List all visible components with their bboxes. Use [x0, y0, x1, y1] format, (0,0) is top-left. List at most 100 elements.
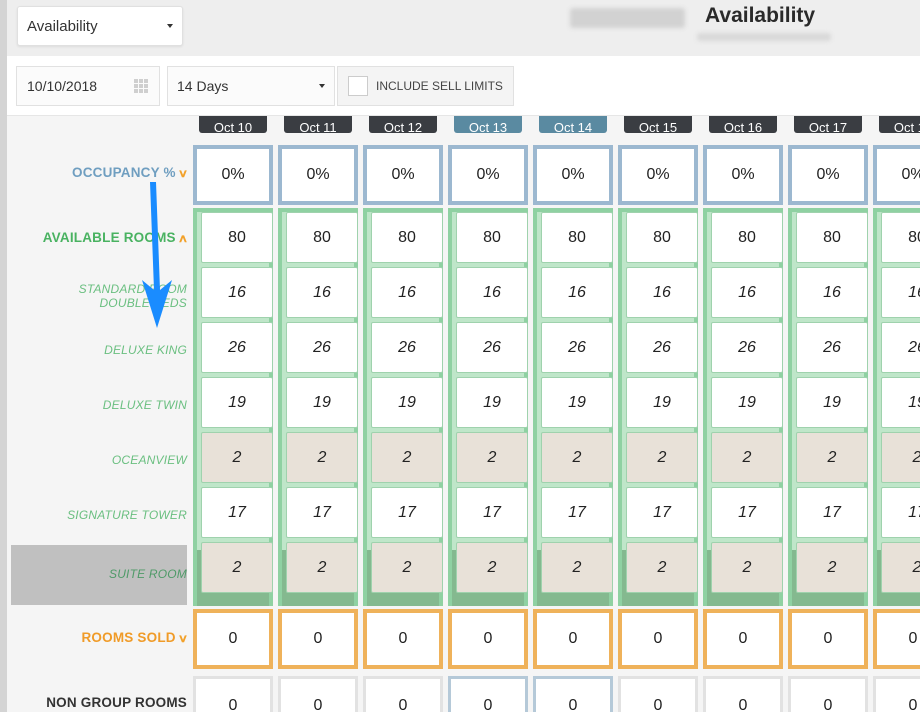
room-type-cell[interactable]: 2	[881, 432, 920, 483]
room-type-cell[interactable]: 16	[796, 267, 868, 318]
room-type-cell[interactable]: 2	[796, 542, 868, 593]
rooms-sold-cell: 0	[363, 609, 443, 669]
window-edge	[0, 0, 7, 712]
room-type-cell[interactable]: 17	[541, 487, 613, 538]
room-type-cell[interactable]: 26	[456, 322, 528, 373]
date-header[interactable]: Oct 11	[284, 116, 352, 133]
room-type-cell[interactable]: 16	[626, 267, 698, 318]
rooms-sold-cell: 0	[788, 609, 868, 669]
room-type-cell[interactable]: 2	[456, 432, 528, 483]
available-rooms-group: 801626192172	[278, 208, 358, 606]
row-label-room-type-text: DELUXE KING	[104, 343, 187, 357]
room-type-cell[interactable]: 17	[371, 487, 443, 538]
room-type-cell[interactable]: 2	[711, 542, 783, 593]
room-type-cell[interactable]: 17	[796, 487, 868, 538]
room-type-cell[interactable]: 26	[626, 322, 698, 373]
room-type-cell[interactable]: 2	[796, 432, 868, 483]
occupancy-cell: 0%	[363, 145, 443, 205]
available-rooms-cell[interactable]: 80	[456, 212, 528, 263]
room-type-cell[interactable]: 17	[286, 487, 358, 538]
chevron-toggle-icon[interactable]: ∨	[177, 632, 188, 646]
room-type-cell[interactable]: 2	[541, 542, 613, 593]
date-range-select[interactable]: 14 Days	[167, 66, 335, 106]
room-type-cell[interactable]: 2	[201, 432, 273, 483]
room-type-cell[interactable]: 2	[371, 542, 443, 593]
room-type-cell[interactable]: 19	[371, 377, 443, 428]
available-rooms-cell[interactable]: 80	[796, 212, 868, 263]
room-type-cell[interactable]: 16	[541, 267, 613, 318]
available-rooms-cell[interactable]: 80	[881, 212, 920, 263]
room-type-cell[interactable]: 16	[371, 267, 443, 318]
date-header[interactable]: Oct 14	[539, 116, 607, 133]
date-header[interactable]: Oct 16	[709, 116, 777, 133]
room-type-cell[interactable]: 19	[626, 377, 698, 428]
room-type-cell[interactable]: 2	[626, 432, 698, 483]
room-type-cell[interactable]: 2	[456, 542, 528, 593]
room-type-cell[interactable]: 2	[201, 542, 273, 593]
room-type-cell[interactable]: 16	[711, 267, 783, 318]
room-type-cell[interactable]: 2	[286, 432, 358, 483]
room-type-cell[interactable]: 19	[711, 377, 783, 428]
room-type-cell[interactable]: 26	[371, 322, 443, 373]
room-type-cell[interactable]: 26	[711, 322, 783, 373]
room-type-cell[interactable]: 17	[456, 487, 528, 538]
available-rooms-cell[interactable]: 80	[286, 212, 358, 263]
room-type-cell[interactable]: 19	[456, 377, 528, 428]
view-select[interactable]: Availability	[17, 6, 183, 46]
room-type-cell[interactable]: 2	[286, 542, 358, 593]
date-header[interactable]: Oct 10	[199, 116, 267, 133]
available-rooms-cell[interactable]: 80	[711, 212, 783, 263]
room-type-cell[interactable]: 2	[626, 542, 698, 593]
room-type-cell[interactable]: 26	[286, 322, 358, 373]
room-type-cell[interactable]: 26	[881, 322, 920, 373]
available-rooms-cell[interactable]: 80	[201, 212, 273, 263]
include-sell-limits-toggle[interactable]: INCLUDE SELL LIMITS	[337, 66, 514, 106]
room-type-cell[interactable]: 2	[541, 432, 613, 483]
chevron-toggle-icon[interactable]: ∨	[177, 167, 188, 181]
page-title: Availability	[705, 4, 816, 27]
room-type-cell[interactable]: 19	[201, 377, 273, 428]
room-type-cell[interactable]: 19	[796, 377, 868, 428]
include-sell-limits-checkbox[interactable]	[348, 76, 368, 96]
chevron-down-icon	[167, 24, 173, 28]
room-type-cell[interactable]: 16	[286, 267, 358, 318]
date-header[interactable]: Oct 13	[454, 116, 522, 133]
room-type-cell[interactable]: 17	[711, 487, 783, 538]
chevron-down-icon	[319, 84, 325, 88]
room-type-cell[interactable]: 16	[881, 267, 920, 318]
room-type-cell[interactable]: 19	[881, 377, 920, 428]
available-rooms-cell[interactable]: 80	[371, 212, 443, 263]
available-rooms-cell[interactable]: 80	[541, 212, 613, 263]
row-label-occupancy-text: OCCUPANCY %	[72, 165, 176, 180]
date-header[interactable]: Oct 15	[624, 116, 692, 133]
top-bar: Availability Availability	[7, 0, 920, 56]
room-type-cell[interactable]: 2	[711, 432, 783, 483]
start-date-input[interactable]: 10/10/2018	[16, 66, 160, 106]
room-type-cell[interactable]: 16	[201, 267, 273, 318]
row-label-room-type: SUITE ROOM	[109, 567, 187, 581]
row-label-room-type-text: OCEANVIEW	[111, 453, 187, 467]
available-rooms-group: 801626192172	[618, 208, 698, 606]
room-type-cell[interactable]: 2	[371, 432, 443, 483]
date-header[interactable]: Oct 12	[369, 116, 437, 133]
room-type-cell[interactable]: 17	[201, 487, 273, 538]
room-type-cell[interactable]: 26	[541, 322, 613, 373]
available-rooms-cell[interactable]: 80	[626, 212, 698, 263]
non-group-rooms-cell: 0	[873, 676, 920, 712]
calendar-icon[interactable]	[134, 78, 149, 94]
room-type-cell[interactable]: 16	[456, 267, 528, 318]
room-type-cell[interactable]: 17	[881, 487, 920, 538]
room-type-cell[interactable]: 17	[626, 487, 698, 538]
date-header[interactable]: Oct 17	[794, 116, 862, 133]
room-type-cell[interactable]: 2	[881, 542, 920, 593]
blurred-property-name	[570, 8, 685, 28]
row-label-occupancy: OCCUPANCY % ∨	[72, 165, 188, 181]
room-type-cell[interactable]: 26	[796, 322, 868, 373]
row-label-room-type: DELUXE KING	[104, 343, 187, 357]
row-label-non-group-rooms: NON GROUP ROOMS	[46, 696, 187, 710]
room-type-cell[interactable]: 19	[286, 377, 358, 428]
date-header[interactable]: Oct 18	[879, 116, 920, 133]
room-type-cell[interactable]: 19	[541, 377, 613, 428]
rooms-sold-cell: 0	[703, 609, 783, 669]
room-type-cell[interactable]: 26	[201, 322, 273, 373]
